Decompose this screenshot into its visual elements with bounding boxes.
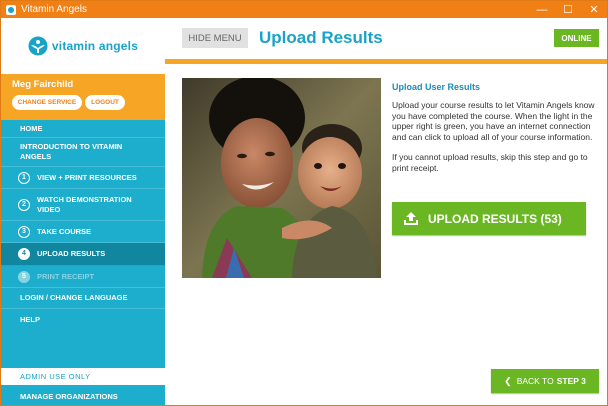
upload-instructions: Upload User Results Upload your course r… [392,82,598,183]
logo-text: vitamin angels [51,39,139,53]
title-bar: Vitamin Angels — ☐ ✕ [1,1,607,18]
connection-status-badge: ONLINE [554,29,599,47]
sidebar-item-print-receipt[interactable]: 5 PRINT RECEIPT [1,266,165,288]
sidebar-item-introduction[interactable]: INTRODUCTION TO VITAMIN ANGELS [1,138,165,167]
sidebar-item-view-print-resources[interactable]: 1 VIEW + PRINT RESOURCES [1,167,165,189]
main-content: HIDE MENU Upload Results ONLINE Upload U… [165,18,607,405]
maximize-button[interactable]: ☐ [555,1,581,18]
window-title: Vitamin Angels [21,4,87,15]
back-button-prefix: BACK TO [516,376,554,386]
step-number-badge: 4 [18,248,30,260]
step-number-badge: 3 [18,225,30,238]
upload-results-button[interactable]: UPLOAD RESULTS (53) [392,202,586,235]
sidebar-item-watch-video[interactable]: 2 WATCH DEMONSTRATION VIDEO [1,189,165,221]
sidebar-item-label: INTRODUCTION TO VITAMIN ANGELS [20,142,123,161]
sidebar-item-take-course[interactable]: 3 TAKE COURSE [1,221,165,243]
sidebar-item-help[interactable]: HELP [1,309,165,330]
user-panel: Meg Fairchild CHANGE SERVICE LOGOUT [1,74,165,120]
vitamin-angels-logo-icon [28,36,48,56]
page-header: HIDE MENU Upload Results ONLINE [165,18,607,59]
logout-button[interactable]: LOGOUT [85,95,125,110]
sidebar-item-label: HOME [20,123,43,133]
section-title: Upload User Results [392,82,481,92]
course-photo [182,78,381,278]
sidebar-item-label: LOGIN / CHANGE LANGUAGE [20,293,128,302]
sidebar-item-login-change-language[interactable]: LOGIN / CHANGE LANGUAGE [1,288,165,309]
sidebar-nav: HOME INTRODUCTION TO VITAMIN ANGELS 1 VI… [1,120,165,330]
sidebar-item-label: UPLOAD RESULTS [37,249,106,258]
photo-illustration [182,78,381,278]
chevron-left-icon: ❮ [504,375,512,386]
sidebar-item-upload-results[interactable]: 4 UPLOAD RESULTS [1,243,165,266]
sidebar-item-label: TAKE COURSE [37,226,92,236]
step-number-badge: 2 [18,198,30,211]
sidebar-item-label: WATCH DEMONSTRATION VIDEO [37,194,132,214]
sidebar-item-home[interactable]: HOME [1,120,165,138]
page-title: Upload Results [259,28,383,47]
admin-section-label: ADMIN USE ONLY [1,368,165,385]
user-name: Meg Fairchild [12,79,74,90]
back-button-step: STEP 3 [556,376,586,386]
upload-results-label: UPLOAD RESULTS (53) [428,211,562,226]
sidebar-item-label: PRINT RECEIPT [37,271,95,281]
step-number-badge: 5 [18,270,30,283]
sidebar-item-label: VIEW + PRINT RESOURCES [37,172,137,182]
sidebar: vitamin angels Meg Fairchild CHANGE SERV… [1,18,165,405]
close-button[interactable]: ✕ [581,1,607,18]
skip-note-paragraph: If you cannot upload results, skip this … [392,152,588,173]
logo: vitamin angels [1,18,165,74]
change-service-button[interactable]: CHANGE SERVICE [12,95,82,110]
hide-menu-button[interactable]: HIDE MENU [182,28,248,48]
app-window: Vitamin Angels — ☐ ✕ vitamin angels Meg … [0,0,608,406]
header-divider [165,59,607,64]
app-icon [6,4,16,15]
minimize-button[interactable]: — [529,1,555,18]
sidebar-item-label: HELP [20,314,41,324]
sidebar-item-manage-organizations[interactable]: MANAGE ORGANIZATIONS [1,386,165,405]
back-to-step-button[interactable]: ❮ BACK TO STEP 3 [491,369,599,393]
upload-icon [404,212,418,225]
instructions-paragraph: Upload your course results to let Vitami… [392,100,595,142]
step-number-badge: 1 [18,171,30,184]
